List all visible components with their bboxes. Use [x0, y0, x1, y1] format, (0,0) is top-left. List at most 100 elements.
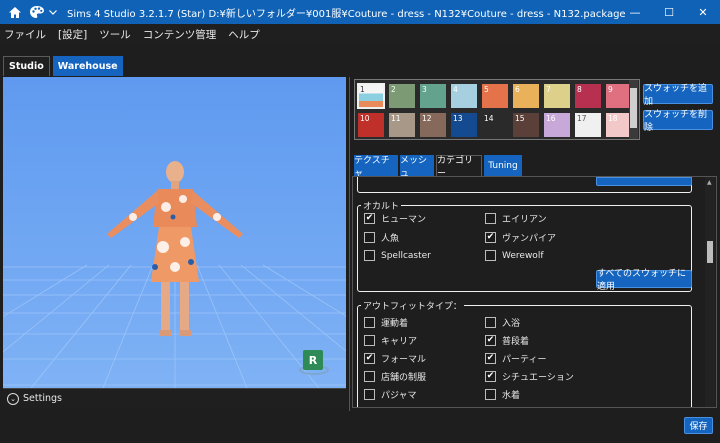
- checkbox-box: ✔: [364, 213, 375, 224]
- minimize-button[interactable]: —: [618, 0, 652, 24]
- checkbox-label: パーティー: [502, 355, 547, 365]
- swatch-number: 14: [484, 114, 494, 123]
- checkbox-box: [485, 250, 496, 261]
- checkbox-mermaid[interactable]: 人魚: [364, 231, 399, 244]
- checkbox-box: [364, 250, 375, 261]
- checkbox-box: ✔: [485, 335, 496, 346]
- window-controls: — ☐ ✕: [618, 0, 720, 24]
- menu-tools[interactable]: ツール: [99, 27, 131, 42]
- swatch-3[interactable]: 3: [420, 84, 446, 108]
- swatch-number: 13: [453, 114, 463, 123]
- swatch-number: 15: [515, 114, 525, 123]
- checkbox-label: キャリア: [381, 337, 418, 347]
- checkbox-box: [364, 389, 375, 400]
- panel-splitter[interactable]: [349, 77, 350, 411]
- swatch-2[interactable]: 2: [389, 84, 415, 108]
- swatch-1[interactable]: 1: [357, 83, 385, 109]
- swatch-number: 12: [422, 114, 432, 123]
- checkbox-vampire[interactable]: ✔ ヴァンパイア: [485, 231, 556, 244]
- checkbox-label: 運動着: [381, 319, 409, 329]
- swatch-15[interactable]: 15: [513, 113, 539, 137]
- checkbox-label: 入浴: [502, 319, 521, 329]
- swatch-10[interactable]: 10: [358, 113, 384, 137]
- home-icon[interactable]: [3, 0, 27, 24]
- menu-bar: ファイル [設定] ツール コンテンツ管理 ヘルプ: [0, 24, 720, 44]
- swatch-14[interactable]: 14: [482, 113, 508, 137]
- swatch-11[interactable]: 11: [389, 113, 415, 137]
- tab-studio[interactable]: Studio: [3, 56, 50, 76]
- swatch-16[interactable]: 16: [544, 113, 570, 137]
- swatch-7[interactable]: 7: [544, 84, 570, 108]
- checkbox-party[interactable]: ✔ パーティー: [485, 352, 546, 365]
- checkbox-formal[interactable]: ✔ フォーマル: [364, 352, 426, 365]
- scroll-up-icon[interactable]: ▲: [707, 179, 712, 186]
- swatch-8[interactable]: 8: [575, 84, 601, 108]
- menu-content-management[interactable]: コンテンツ管理: [143, 27, 217, 42]
- checkbox-label: 普段着: [502, 337, 530, 347]
- swatch-number: 17: [577, 114, 587, 123]
- checkbox-box: [364, 232, 375, 243]
- palette-icon[interactable]: [27, 0, 47, 24]
- swatch-6[interactable]: 6: [513, 84, 539, 108]
- checkbox-everyday[interactable]: ✔ 普段着: [485, 334, 529, 347]
- swatch-17[interactable]: 17: [575, 113, 601, 137]
- checkbox-werewolf[interactable]: Werewolf: [485, 250, 543, 261]
- swatch-number: 10: [360, 114, 370, 123]
- tab-tuning[interactable]: Tuning: [484, 155, 522, 176]
- menu-settings[interactable]: [設定]: [58, 27, 87, 42]
- apply-all-swatches-button[interactable]: すべてのスウォッチに適用: [596, 269, 692, 292]
- checkbox-spellcaster[interactable]: Spellcaster: [364, 250, 431, 261]
- scrollbar-thumb[interactable]: [707, 241, 713, 263]
- checkbox-box: ✔: [485, 353, 496, 364]
- tab-texture[interactable]: テクスチャ: [354, 155, 398, 179]
- swatch-number: 11: [391, 114, 401, 123]
- maximize-button[interactable]: ☐: [652, 0, 686, 24]
- occult-label: オカルト: [361, 199, 402, 212]
- swatch-4[interactable]: 4: [451, 84, 477, 108]
- swatch-5[interactable]: 5: [482, 84, 508, 108]
- viewport-scene: [3, 77, 346, 388]
- scrollbar-thumb[interactable]: [630, 88, 637, 128]
- swatch-13[interactable]: 13: [451, 113, 477, 137]
- checkbox-human[interactable]: ✔ ヒューマン: [364, 212, 426, 225]
- checkbox-bathing[interactable]: 入浴: [485, 316, 520, 329]
- category-scrollbar[interactable]: ▲: [705, 177, 715, 407]
- prior-apply-button[interactable]: [596, 177, 692, 186]
- add-swatch-button[interactable]: スウォッチを追加: [643, 84, 713, 107]
- menu-file[interactable]: ファイル: [4, 27, 46, 42]
- tab-warehouse[interactable]: Warehouse: [52, 56, 123, 76]
- reset-badge-icon[interactable]: R: [303, 350, 323, 370]
- checkbox-label: パジャマ: [381, 391, 417, 401]
- close-button[interactable]: ✕: [686, 0, 720, 24]
- checkbox-career[interactable]: キャリア: [364, 334, 417, 347]
- checkbox-box: ✔: [485, 371, 496, 382]
- 3d-viewport[interactable]: R: [3, 77, 346, 388]
- checkbox-label: ヒューマン: [381, 215, 427, 225]
- swatch-grid: 1 2 3 4 5 6 7 8 9 10 11 12 13 14 15 16 1…: [354, 79, 640, 140]
- tab-mesh[interactable]: メッシュ: [400, 155, 434, 179]
- swatch-number: 6: [515, 85, 520, 94]
- swatch-number: 8: [577, 85, 582, 94]
- swatch-12[interactable]: 12: [420, 113, 446, 137]
- checkbox-athletic[interactable]: 運動着: [364, 316, 408, 329]
- checkbox-label: シチュエーション: [502, 373, 574, 383]
- checkbox-alien[interactable]: エイリアン: [485, 212, 547, 225]
- remove-swatch-button[interactable]: スウォッチを削除: [643, 110, 713, 133]
- left-tab-strip: Studio Warehouse: [3, 56, 126, 76]
- checkbox-situation[interactable]: ✔ シチュエーション: [485, 370, 574, 383]
- swatch-number: 16: [546, 114, 556, 123]
- swatch-number: 9: [608, 85, 613, 94]
- checkbox-label: ヴァンパイア: [502, 234, 557, 244]
- checkbox-box: [364, 317, 375, 328]
- checkbox-box: ✔: [364, 353, 375, 364]
- checkbox-store-uniform[interactable]: 店舗の制服: [364, 370, 426, 383]
- menu-help[interactable]: ヘルプ: [228, 27, 260, 42]
- settings-expander[interactable]: ⌄ Settings: [3, 388, 346, 408]
- save-button[interactable]: 保存: [684, 417, 713, 434]
- tab-category[interactable]: カテゴリー: [436, 155, 482, 179]
- checkbox-swimwear[interactable]: 水着: [485, 388, 520, 401]
- checkbox-pajamas[interactable]: パジャマ: [364, 388, 417, 401]
- chevron-down-icon[interactable]: [47, 0, 59, 24]
- swatch-scrollbar[interactable]: [629, 80, 638, 139]
- checkbox-label: 水着: [502, 391, 521, 401]
